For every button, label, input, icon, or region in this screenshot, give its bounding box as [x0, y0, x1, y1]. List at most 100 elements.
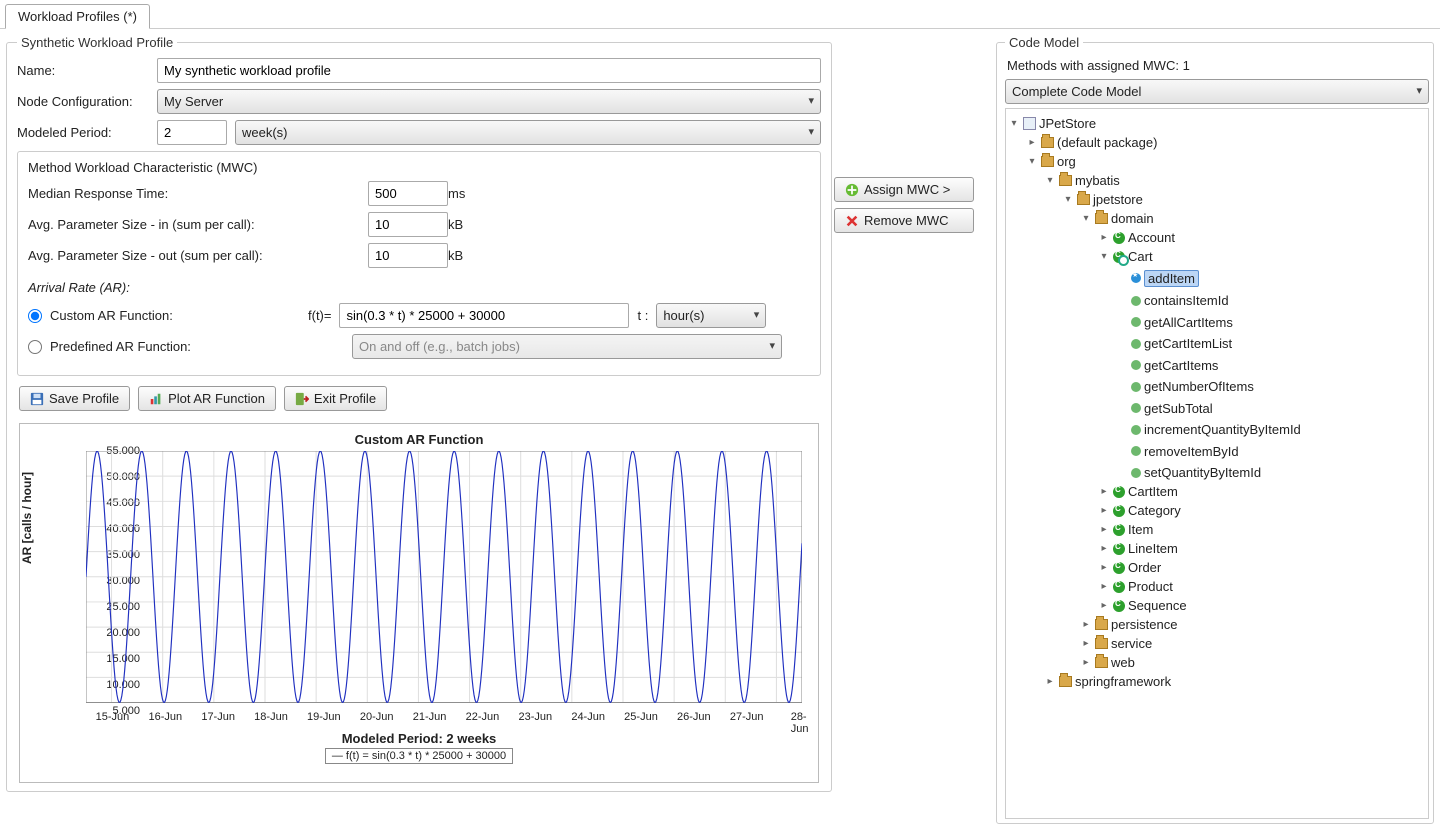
tree-row[interactable]: getCartItems [1008, 358, 1426, 373]
plot-ar-button[interactable]: Plot AR Function [138, 386, 276, 411]
nodecfg-select[interactable]: My Server [157, 89, 821, 114]
tree-row[interactable]: ▸ Item [1008, 522, 1426, 537]
method-icon [1131, 317, 1141, 327]
tree-twisty[interactable]: ▸ [1098, 486, 1110, 497]
tree-row[interactable]: ▸ Product [1008, 579, 1426, 594]
param-in-input[interactable] [368, 212, 448, 237]
tree-label: incrementQuantityByItemId [1144, 422, 1301, 437]
mwc-summary: Methods with assigned MWC: 1 [1005, 56, 1429, 79]
name-label: Name: [17, 63, 157, 78]
median-unit: ms [448, 186, 488, 201]
code-tree[interactable]: ▾ JPetStore ▸ (default package) ▾ org ▾ … [1005, 108, 1429, 819]
custom-ar-radio[interactable] [28, 309, 42, 323]
tree-twisty[interactable]: ▸ [1044, 676, 1056, 687]
tree-twisty[interactable]: ▾ [1008, 118, 1020, 129]
tree-row[interactable]: setQuantityByItemId [1008, 465, 1426, 480]
plus-icon [845, 183, 859, 197]
tree-row[interactable]: incrementQuantityByItemId [1008, 422, 1426, 437]
tree-row[interactable]: ▸ springframework [1008, 674, 1426, 689]
tree-row[interactable]: ▸ Sequence [1008, 598, 1426, 613]
tree-row[interactable]: getCartItemList [1008, 336, 1426, 351]
tree-row[interactable]: removeItemById [1008, 444, 1426, 459]
tree-label: LineItem [1128, 541, 1178, 556]
tree-row[interactable]: containsItemId [1008, 293, 1426, 308]
tree-twisty[interactable]: ▸ [1080, 638, 1092, 649]
tree-row[interactable]: ▸ service [1008, 636, 1426, 651]
tree-twisty[interactable]: ▸ [1098, 581, 1110, 592]
tree-row[interactable]: addItem [1008, 270, 1426, 287]
class-icon [1113, 581, 1125, 593]
tree-twisty[interactable]: ▸ [1098, 543, 1110, 554]
package-icon [1095, 213, 1108, 224]
tree-row[interactable]: ▸ LineItem [1008, 541, 1426, 556]
tree-row[interactable]: ▸ persistence [1008, 617, 1426, 632]
tree-row[interactable]: ▸ Order [1008, 560, 1426, 575]
method-icon [1131, 339, 1141, 349]
tree-row[interactable]: ▾ domain [1008, 211, 1426, 226]
name-input[interactable] [157, 58, 821, 83]
tree-twisty[interactable]: ▸ [1080, 657, 1092, 668]
tree-twisty[interactable]: ▸ [1098, 562, 1110, 573]
tree-twisty[interactable]: ▾ [1026, 156, 1038, 167]
predef-ar-select[interactable]: On and off (e.g., batch jobs) [352, 334, 782, 359]
tree-row[interactable]: ▾ jpetstore [1008, 192, 1426, 207]
period-unit-select[interactable]: week(s) [235, 120, 821, 145]
tree-row[interactable]: getSubTotal [1008, 401, 1426, 416]
tree-row[interactable]: ▸ CartItem [1008, 484, 1426, 499]
plot-xlabel: Modeled Period: 2 weeks [26, 731, 812, 746]
profile-legend: Synthetic Workload Profile [17, 35, 177, 50]
tree-label: springframework [1075, 674, 1171, 689]
tab-workload-profiles[interactable]: Workload Profiles (*) [5, 4, 150, 29]
method-icon [1131, 403, 1141, 413]
class-icon [1113, 524, 1125, 536]
tree-row[interactable]: ▾ mybatis [1008, 173, 1426, 188]
package-icon [1041, 137, 1054, 148]
param-out-input[interactable] [368, 243, 448, 268]
package-icon [1095, 657, 1108, 668]
tree-row[interactable]: ▸ (default package) [1008, 135, 1426, 150]
tree-twisty[interactable]: ▸ [1080, 619, 1092, 630]
tree-twisty[interactable]: ▸ [1026, 137, 1038, 148]
method-icon [1131, 468, 1141, 478]
t-unit-select[interactable]: hour(s) [656, 303, 766, 328]
x-tick: 28-Jun [791, 711, 809, 735]
method-icon [1131, 296, 1141, 306]
tree-row[interactable]: ▾ org [1008, 154, 1426, 169]
code-legend: Code Model [1005, 35, 1083, 50]
ar-title: Arrival Rate (AR): [28, 280, 810, 295]
tree-twisty[interactable]: ▾ [1044, 175, 1056, 186]
median-input[interactable] [368, 181, 448, 206]
tree-twisty[interactable]: ▾ [1062, 194, 1074, 205]
tree-row[interactable]: ▸ web [1008, 655, 1426, 670]
exit-icon [295, 392, 309, 406]
ft-input[interactable] [339, 303, 629, 328]
assign-mwc-button[interactable]: Assign MWC > [834, 177, 974, 202]
tree-row[interactable]: getAllCartItems [1008, 315, 1426, 330]
tree-row[interactable]: ▸ Category [1008, 503, 1426, 518]
tree-label: getNumberOfItems [1144, 379, 1254, 394]
tree-twisty[interactable]: ▸ [1098, 505, 1110, 516]
save-profile-button[interactable]: Save Profile [19, 386, 130, 411]
tree-row[interactable]: ▾ Cart [1008, 249, 1426, 264]
x-tick: 27-Jun [730, 711, 764, 723]
period-value-input[interactable] [157, 120, 227, 145]
tree-row[interactable]: getNumberOfItems [1008, 379, 1426, 394]
tree-row[interactable]: ▸ Account [1008, 230, 1426, 245]
tree-twisty[interactable]: ▸ [1098, 232, 1110, 243]
method-icon [1131, 360, 1141, 370]
class-icon [1113, 486, 1125, 498]
x-tick: 18-Jun [254, 711, 288, 723]
tree-twisty[interactable]: ▸ [1098, 524, 1110, 535]
remove-mwc-button[interactable]: Remove MWC [834, 208, 974, 233]
code-model-select[interactable]: Complete Code Model [1005, 79, 1429, 104]
tree-row[interactable]: ▾ JPetStore [1008, 116, 1426, 131]
x-tick: 22-Jun [466, 711, 500, 723]
tree-twisty[interactable]: ▾ [1098, 251, 1110, 262]
predef-ar-radio[interactable] [28, 340, 42, 354]
method-icon [1131, 425, 1141, 435]
custom-ar-label: Custom AR Function: [50, 308, 300, 323]
exit-profile-button[interactable]: Exit Profile [284, 386, 387, 411]
tree-twisty[interactable]: ▾ [1080, 213, 1092, 224]
tree-twisty[interactable]: ▸ [1098, 600, 1110, 611]
t-label: t : [637, 308, 648, 323]
